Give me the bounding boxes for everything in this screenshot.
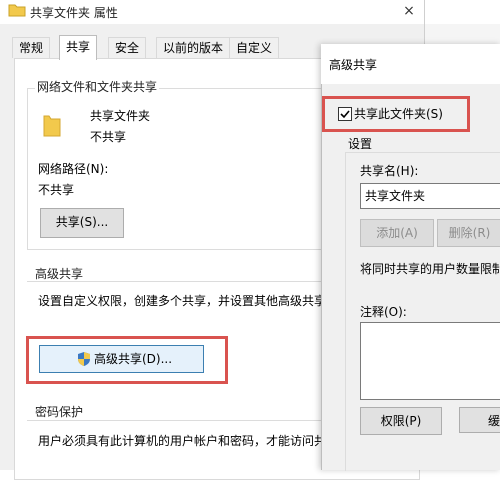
tab-previous-versions[interactable]: 以前的版本 — [156, 37, 231, 58]
comment-input[interactable] — [360, 322, 500, 400]
password-heading: 密码保护 — [35, 405, 84, 419]
network-share-heading: 网络文件和文件夹共享 — [35, 78, 160, 95]
share-name-label: 共享名(H): — [360, 164, 419, 178]
caching-button[interactable]: 缓 — [459, 407, 500, 433]
password-group-line — [27, 420, 321, 421]
close-icon[interactable]: × — [400, 2, 418, 20]
settings-label: 设置 — [348, 137, 373, 151]
share-folder-label[interactable]: 共享此文件夹(S) — [354, 105, 443, 122]
tab-general[interactable]: 常规 — [12, 37, 51, 58]
advanced-dialog-title: 高级共享 — [329, 58, 378, 72]
network-path-label: 网络路径(N): — [38, 162, 109, 176]
share-state: 不共享 — [90, 130, 127, 144]
advanced-share-heading: 高级共享 — [35, 267, 84, 281]
advanced-share-description: 设置自定义权限，创建多个共享，并设置其他高级共享 — [38, 294, 321, 308]
password-description: 用户必须具有此计算机的用户帐户和密码，才能访问共 — [38, 434, 321, 448]
background-window — [424, 24, 500, 44]
checkmark-icon — [340, 110, 350, 119]
share-name-input[interactable]: 共享文件夹 — [360, 183, 500, 209]
tab-customize[interactable]: 自定义 — [229, 37, 280, 58]
tab-security[interactable]: 安全 — [108, 37, 147, 58]
share-button[interactable]: 共享(S)... — [40, 208, 124, 238]
window-title: 共享文件夹 属性 — [30, 6, 118, 20]
add-button[interactable]: 添加(A) — [360, 219, 434, 247]
share-folder-checkbox[interactable] — [338, 107, 352, 121]
shared-folder-icon — [43, 115, 61, 137]
tab-sharing[interactable]: 共享 — [59, 35, 98, 60]
delete-button[interactable]: 删除(R) — [437, 219, 500, 247]
network-path-value: 不共享 — [38, 183, 75, 197]
comment-label: 注释(O): — [360, 305, 407, 319]
permissions-button[interactable]: 权限(P) — [360, 407, 442, 435]
folder-icon — [8, 4, 26, 17]
advanced-button-highlight — [26, 336, 228, 384]
folder-name: 共享文件夹 — [90, 109, 151, 123]
user-limit-label: 将同时共享的用户数量限制 — [360, 262, 500, 276]
